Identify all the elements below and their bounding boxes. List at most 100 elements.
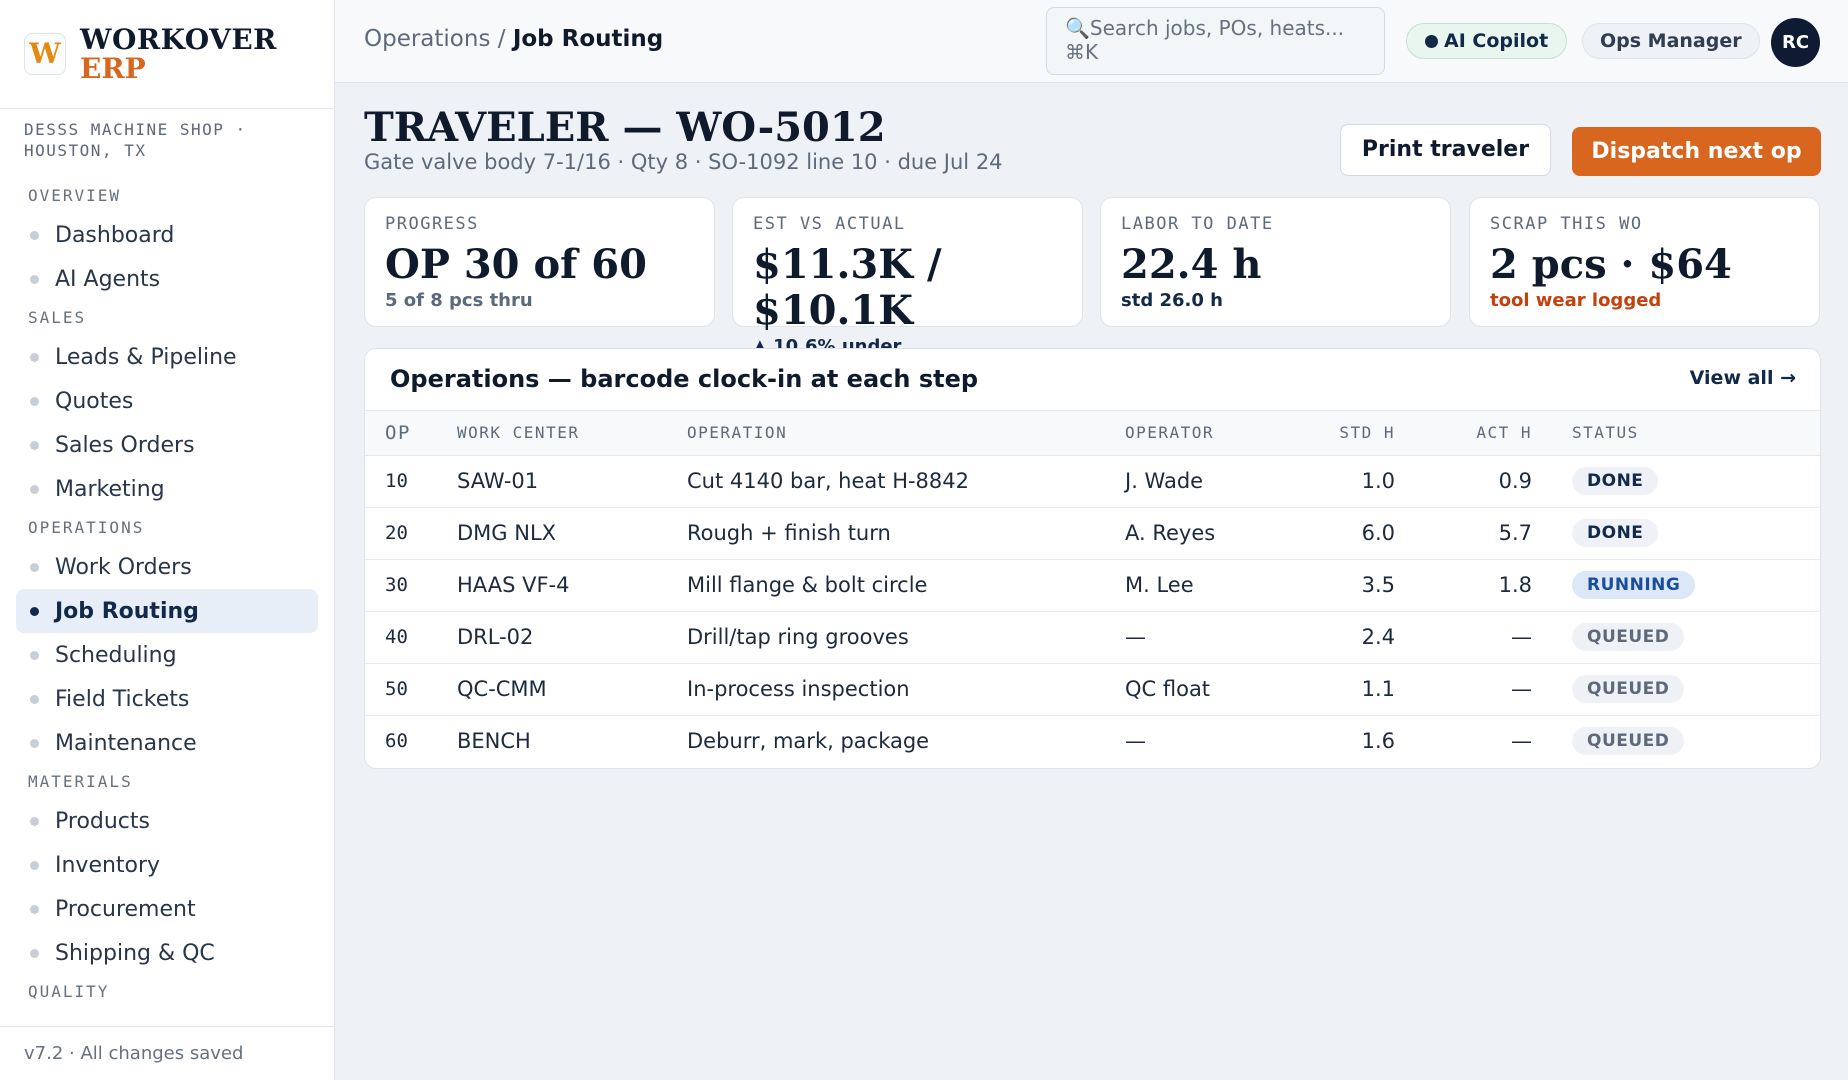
ai-copilot-button[interactable]: AI Copilot <box>1406 23 1568 59</box>
kpi-label: LABOR TO DATE <box>1121 214 1274 234</box>
operation-cell: Mill flange & bolt circle <box>687 559 1125 612</box>
sidebar-item-shipping-qc[interactable]: Shipping & QC <box>16 931 318 975</box>
act-hours-cell: — <box>1511 729 1532 754</box>
operation-cell: Drill/tap ring grooves <box>687 611 1125 664</box>
status-cell: RUNNING <box>1532 559 1820 612</box>
bullet-dot-icon <box>30 352 39 362</box>
table-row[interactable]: 60 BENCH Deburr, mark, package — 1.6 — QUEUED <box>365 715 1820 767</box>
sidebar-item-products[interactable]: Products <box>16 799 318 843</box>
bullet-dot-icon <box>30 948 39 958</box>
bullet-dot-icon <box>30 440 39 450</box>
sidebar-item-label: Maintenance <box>55 730 197 756</box>
operator-cell: — <box>1125 729 1146 754</box>
bullet-dot-icon <box>30 396 39 406</box>
breadcrumb-current: Job Routing <box>512 26 664 52</box>
work-center-cell: DMG NLX <box>457 507 687 560</box>
breadcrumb-parent[interactable]: Operations <box>364 26 490 52</box>
search-placeholder: Search jobs, POs, heats... ⌘K <box>1065 16 1345 64</box>
kpi-card-est-vs-actual: EST VS ACTUAL $11.3K / $10.1K ▲ 10.6% un… <box>732 197 1083 357</box>
bullet-dot-icon <box>30 274 39 284</box>
work-center-cell: HAAS VF-4 <box>457 559 687 612</box>
sidebar-item-maintenance[interactable]: Maintenance <box>16 721 318 765</box>
status-cell: QUEUED <box>1532 611 1820 664</box>
role-switcher[interactable]: Ops Manager <box>1582 23 1760 59</box>
table-row[interactable]: 30 HAAS VF-4 Mill flange & bolt circle M. L… <box>365 559 1820 612</box>
kpi-subtext: tool wear logged <box>1490 290 1662 311</box>
sidebar-item-dashboard[interactable]: Dashboard <box>16 213 318 257</box>
work-center-cell: DRL-02 <box>457 611 687 664</box>
sidebar-item-label: Scheduling <box>55 642 177 668</box>
kpi-card-labor: LABOR TO DATE 22.4 h std 26.0 h <box>1100 197 1451 327</box>
brand-name: WORKOVER <box>80 22 277 56</box>
column-header-act-h[interactable]: ACT H <box>1395 411 1532 456</box>
operator-cell: A. Reyes <box>1125 507 1295 560</box>
sidebar-item-label: Products <box>55 808 150 834</box>
std-hours-cell: 3.5 <box>1295 559 1395 612</box>
column-header-op[interactable]: OP <box>365 411 457 456</box>
table-row[interactable]: 10 SAW-01 Cut 4140 bar, heat H-8842 J. Wade… <box>365 455 1820 508</box>
sidebar-item-inventory[interactable]: Inventory <box>16 843 318 887</box>
sidebar-item-work-orders[interactable]: Work Orders <box>16 545 318 589</box>
sidebar-item-field-tickets[interactable]: Field Tickets <box>16 677 318 721</box>
operator-cell: J. Wade <box>1125 455 1295 508</box>
sidebar-item-label: Shipping & QC <box>55 940 215 966</box>
column-header-std-h[interactable]: STD H <box>1295 411 1395 456</box>
column-header-operator[interactable]: OPERATOR <box>1125 411 1295 456</box>
table-row[interactable]: 50 QC-CMM In-process inspection QC float 1.1… <box>365 663 1820 716</box>
workover-logo-icon: W <box>24 33 66 75</box>
act-hours-cell: 1.8 <box>1395 559 1532 612</box>
bullet-dot-icon <box>30 738 39 748</box>
kpi-value: OP 30 of 60 <box>385 241 647 288</box>
sidebar-nav: OVERVIEW Dashboard AI Agents SALES Leads & P… <box>0 179 334 1080</box>
bullet-dot-icon <box>30 606 39 616</box>
bullet-dot-icon <box>30 694 39 704</box>
kpi-label: PROGRESS <box>385 214 479 234</box>
status-badge: DONE <box>1572 519 1659 547</box>
brand[interactable]: W WORKOVER ERP <box>0 0 334 109</box>
avatar[interactable]: RC <box>1771 18 1820 67</box>
table-row[interactable]: 20 DMG NLX Rough + finish turn A. Reyes 6.0 5… <box>365 507 1820 560</box>
operator-cell: M. Lee <box>1125 559 1295 612</box>
page-title: TRAVELER — WO-5012 <box>364 104 886 151</box>
sidebar-item-sales-orders[interactable]: Sales Orders <box>16 423 318 467</box>
kpi-card-scrap: SCRAP THIS WO 2 pcs · $64 tool wear logg… <box>1469 197 1820 327</box>
shop-name: DESSS MACHINE SHOP · HOUSTON, TX <box>24 120 247 160</box>
page-subtitle: Gate valve body 7-1/16 · Qty 8 · SO-1092… <box>364 150 1003 174</box>
bullet-dot-icon <box>30 484 39 494</box>
kpi-subtext: 5 of 8 pcs thru <box>385 290 533 311</box>
dispatch-next-op-button[interactable]: Dispatch next op <box>1572 127 1821 176</box>
sidebar-item-marketing[interactable]: Marketing <box>16 467 318 511</box>
column-header-status[interactable]: STATUS <box>1532 411 1820 456</box>
status-badge: QUEUED <box>1572 727 1685 756</box>
search-input[interactable]: 🔍Search jobs, POs, heats... ⌘K <box>1046 7 1385 75</box>
bullet-dot-icon <box>30 562 39 572</box>
nav-section-label: SALES <box>28 308 87 327</box>
sidebar-item-leads-pipeline[interactable]: Leads & Pipeline <box>16 335 318 379</box>
sidebar-item-label: Job Routing <box>55 598 199 624</box>
kpi-value: $11.3K / $10.1K <box>753 241 942 334</box>
op-cell: 50 <box>365 663 457 716</box>
view-all-link[interactable]: View all → <box>1690 367 1796 389</box>
sidebar-item-quotes[interactable]: Quotes <box>16 379 318 423</box>
sidebar-item-label: Work Orders <box>55 554 192 580</box>
std-hours-cell: 2.4 <box>1295 611 1395 664</box>
sidebar-item-procurement[interactable]: Procurement <box>16 887 318 931</box>
status-badge: QUEUED <box>1572 623 1685 651</box>
nav-section-label: MATERIALS <box>28 772 133 791</box>
sidebar-item-label: AI Agents <box>55 266 161 292</box>
column-header-work-center[interactable]: WORK CENTER <box>457 411 687 456</box>
table-row[interactable]: 40 DRL-02 Drill/tap ring grooves —2.4— QUEUE… <box>365 611 1820 664</box>
column-header-operation[interactable]: OPERATION <box>687 411 1125 456</box>
bullet-dot-icon <box>30 904 39 914</box>
sidebar-item-label: Inventory <box>55 852 161 878</box>
work-center-cell: BENCH <box>457 729 531 754</box>
op-cell: 40 <box>365 611 457 664</box>
sidebar-item-job-routing[interactable]: Job Routing <box>16 589 318 633</box>
act-hours-cell: — <box>1395 663 1532 716</box>
sidebar-item-scheduling[interactable]: Scheduling <box>16 633 318 677</box>
brand-suffix: ERP <box>80 52 146 85</box>
std-hours-cell: 1.0 <box>1295 455 1395 508</box>
operations-table: OP WORK CENTER OPERATION OPERATOR STD H … <box>365 411 1820 767</box>
sidebar-item-ai-agents[interactable]: AI Agents <box>16 257 318 301</box>
print-traveler-button[interactable]: Print traveler <box>1340 124 1551 176</box>
